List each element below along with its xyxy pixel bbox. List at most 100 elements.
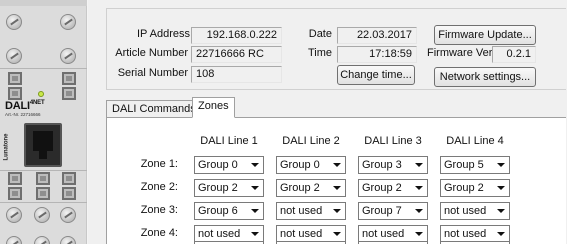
dropdown-arrow-icon xyxy=(333,163,341,167)
device-article-print: Art.-Nr. 22716666 xyxy=(5,112,41,117)
select-value: Group 2 xyxy=(362,182,402,194)
zone-line-select[interactable]: Group 2 xyxy=(358,179,428,197)
zone-line-select[interactable]: Group 7 xyxy=(358,202,428,220)
time-label: Time xyxy=(307,47,332,59)
column-header: DALI Line 2 xyxy=(282,135,340,147)
screw-icon xyxy=(60,14,76,30)
device-brand-text: Lunatone xyxy=(3,133,10,161)
status-led-icon xyxy=(38,91,44,97)
select-value: Group 2 xyxy=(280,182,320,194)
app-root: DALI4NET Art.-Nr. 22716666 Lunatone IP A… xyxy=(0,0,567,244)
zone-row-label: Zone 4: xyxy=(140,227,178,239)
firmware-update-button[interactable]: Firmware Update... xyxy=(434,25,536,45)
tab-dali-commands[interactable]: DALI Commands xyxy=(106,100,202,118)
select-value: Group 3 xyxy=(362,159,402,171)
screw-icon xyxy=(6,236,22,244)
column-header: DALI Line 3 xyxy=(364,135,422,147)
terminal-icon xyxy=(62,87,76,100)
terminal-icon xyxy=(36,172,50,185)
dropdown-arrow-icon xyxy=(251,209,259,213)
select-value: Group 5 xyxy=(444,159,484,171)
select-value: Group 0 xyxy=(280,159,320,171)
device-brand: Lunatone xyxy=(3,130,13,168)
serial-number-field: 108 xyxy=(191,66,282,83)
ip-address-label: IP Address xyxy=(137,28,190,40)
device-logo: DALI4NET xyxy=(5,100,45,112)
zone-row-label: Zone 2: xyxy=(140,181,178,193)
tab-zones[interactable]: Zones xyxy=(192,97,235,118)
time-field: 17:18:59 xyxy=(337,46,417,63)
zone-row-label: Zone 1: xyxy=(140,158,178,170)
select-value: Group 2 xyxy=(198,182,238,194)
dropdown-arrow-icon xyxy=(415,232,423,236)
device-illustration: DALI4NET Art.-Nr. 22716666 Lunatone xyxy=(0,0,87,244)
terminal-icon xyxy=(62,172,76,185)
zone-line-select[interactable]: Group 0 xyxy=(276,156,346,174)
dropdown-arrow-icon xyxy=(333,186,341,190)
dropdown-arrow-icon xyxy=(497,232,505,236)
column-header: DALI Line 1 xyxy=(200,135,258,147)
select-value: Group 7 xyxy=(362,205,402,217)
zone-line-select[interactable]: Group 2 xyxy=(276,179,346,197)
zone-line-select[interactable]: Group 0 xyxy=(194,156,264,174)
select-value: not used xyxy=(198,228,241,240)
terminal-icon xyxy=(8,87,22,100)
ethernet-port-icon xyxy=(24,123,62,167)
terminal-icon xyxy=(62,187,76,200)
config-panel: IP Address 192.168.0.222 Article Number … xyxy=(88,0,567,244)
select-value: not used xyxy=(280,228,323,240)
column-header: DALI Line 4 xyxy=(446,135,504,147)
device-logo-suffix: 4NET xyxy=(29,100,45,106)
dropdown-arrow-icon xyxy=(333,209,341,213)
zone-line-select[interactable]: not used xyxy=(276,202,346,220)
device-logo-text: DALI xyxy=(5,100,30,112)
screw-icon xyxy=(60,236,76,244)
terminal-icon xyxy=(8,187,22,200)
firmware-ver-field: 0.2.1 xyxy=(492,46,536,63)
article-number-field: 22716666 RC xyxy=(191,46,282,63)
screw-icon xyxy=(60,207,76,223)
select-value: Group 0 xyxy=(198,159,238,171)
zone-line-select[interactable]: Group 5 xyxy=(440,156,510,174)
dropdown-arrow-icon xyxy=(251,163,259,167)
dropdown-arrow-icon xyxy=(415,186,423,190)
screw-icon xyxy=(60,48,76,64)
date-label: Date xyxy=(308,28,332,40)
firmware-ver-label: Firmware Ver xyxy=(427,47,493,59)
select-value: not used xyxy=(280,205,323,217)
terminal-icon xyxy=(36,187,50,200)
zone-row-label: Zone 3: xyxy=(140,204,178,216)
terminal-icon xyxy=(8,172,22,185)
date-field: 22.03.2017 xyxy=(337,27,417,44)
zone-line-select[interactable]: Group 3 xyxy=(358,156,428,174)
zone-line-select[interactable]: Group 6 xyxy=(194,202,264,220)
device-divider xyxy=(0,202,87,203)
serial-number-label: Serial Number xyxy=(117,67,188,79)
select-value: not used xyxy=(444,205,487,217)
network-settings-button[interactable]: Network settings... xyxy=(434,67,536,87)
dropdown-arrow-icon xyxy=(497,186,505,190)
zone-line-select[interactable]: Group 2 xyxy=(194,179,264,197)
ip-address-field: 192.168.0.222 xyxy=(191,27,282,44)
article-number-label: Article Number xyxy=(115,47,188,59)
dropdown-arrow-icon xyxy=(333,232,341,236)
terminal-icon xyxy=(8,72,22,85)
device-divider xyxy=(0,170,87,171)
screw-icon xyxy=(6,207,22,223)
device-top-strip xyxy=(0,0,87,6)
zone-line-select[interactable]: Group 2 xyxy=(440,179,510,197)
device-divider xyxy=(0,68,87,69)
dropdown-arrow-icon xyxy=(251,186,259,190)
select-value: not used xyxy=(444,228,487,240)
zone-line-select[interactable]: not used xyxy=(440,202,510,220)
screw-icon xyxy=(6,48,22,64)
zones-panel: DALI Line 1 DALI Line 2 DALI Line 3 DALI… xyxy=(106,117,566,244)
dropdown-arrow-icon xyxy=(251,232,259,236)
dropdown-arrow-icon xyxy=(497,163,505,167)
select-value: Group 6 xyxy=(198,205,238,217)
screw-icon xyxy=(34,236,50,244)
dropdown-arrow-icon xyxy=(497,209,505,213)
change-time-button[interactable]: Change time... xyxy=(337,65,415,85)
screw-icon xyxy=(34,207,50,223)
select-value: Group 2 xyxy=(444,182,484,194)
